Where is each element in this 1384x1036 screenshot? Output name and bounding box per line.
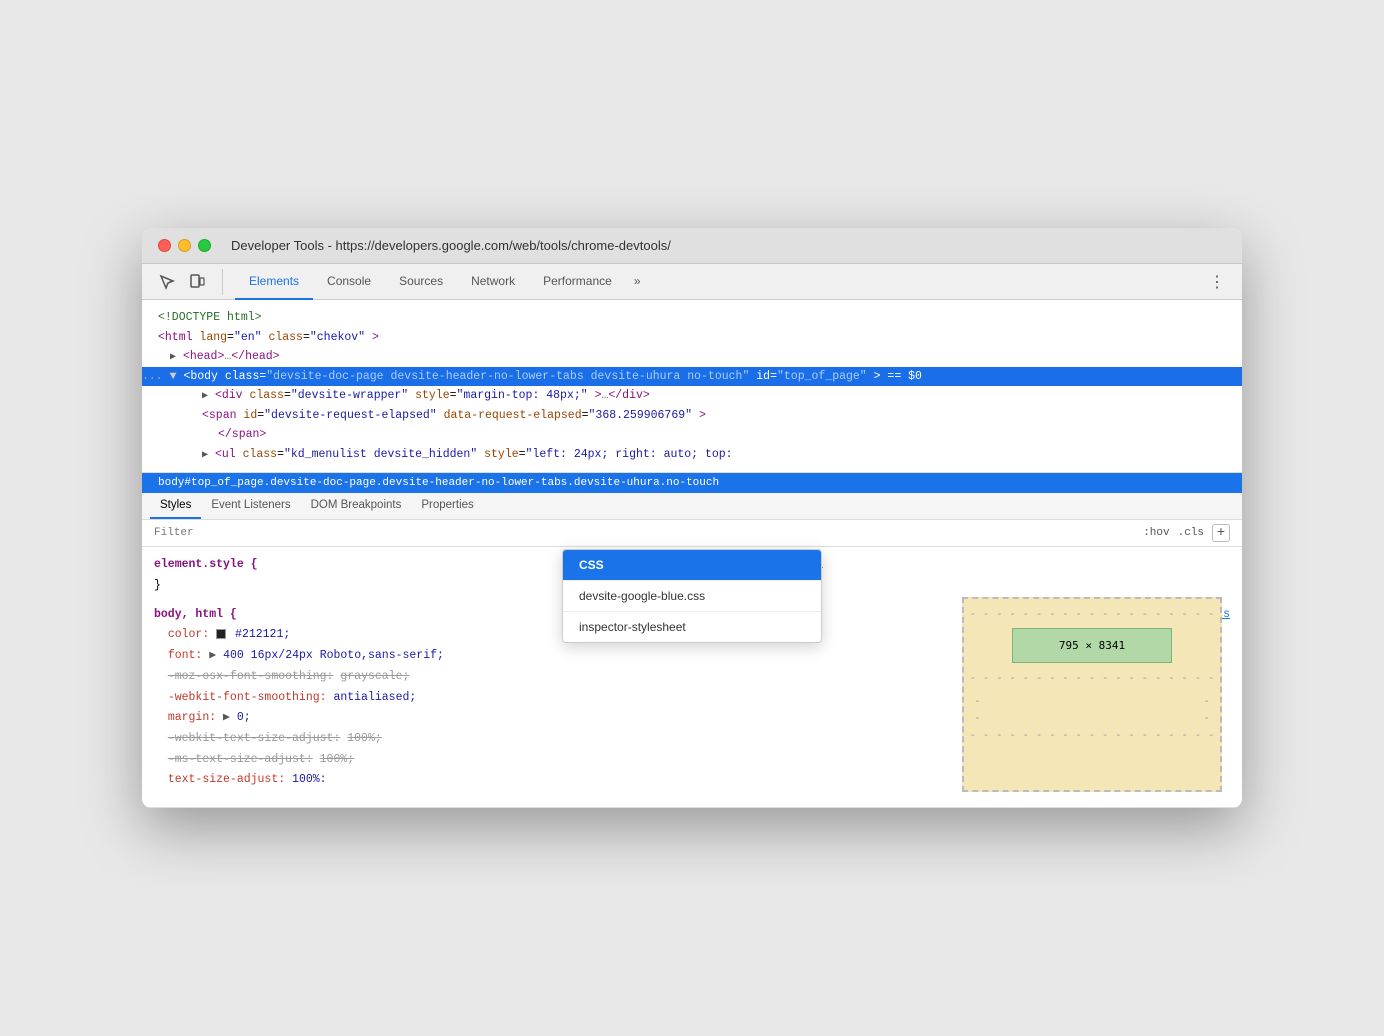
box-model-last-dash: - - xyxy=(964,707,1220,724)
filter-label: Filter xyxy=(154,527,194,539)
tab-sources[interactable]: Sources xyxy=(385,264,457,300)
maximize-button[interactable] xyxy=(198,239,211,252)
styles-tabs: Styles Event Listeners DOM Breakpoints P… xyxy=(142,493,1242,520)
tab-more[interactable]: » xyxy=(626,264,649,300)
dom-line-doctype: <!DOCTYPE html> xyxy=(142,308,1242,328)
styles-panel: Styles Event Listeners DOM Breakpoints P… xyxy=(142,493,1242,808)
styles-tab-styles[interactable]: Styles xyxy=(150,493,201,519)
box-model-bottom-dashes: - - xyxy=(964,684,1220,707)
styles-tab-dom-breakpoints[interactable]: DOM Breakpoints xyxy=(301,493,412,519)
css-source-dropdown: CSS devsite-google-blue.css inspector-st… xyxy=(562,549,822,643)
dropdown-item-devsite[interactable]: devsite-google-blue.css xyxy=(563,581,821,612)
dom-panel: <!DOCTYPE html> <html lang="en" class="c… xyxy=(142,300,1242,473)
title-bar: Developer Tools - https://developers.goo… xyxy=(142,228,1242,264)
dom-line-body[interactable]: ... ▼ <body class="devsite-doc-page devs… xyxy=(142,367,1242,387)
more-options-button[interactable]: ⋮ xyxy=(1204,269,1230,295)
device-icon[interactable] xyxy=(184,269,210,295)
dom-line-span-close: </span> xyxy=(142,425,1242,445)
tab-performance[interactable]: Performance xyxy=(529,264,626,300)
traffic-lights xyxy=(158,239,211,252)
devtools-body: <!DOCTYPE html> <html lang="en" class="c… xyxy=(142,300,1242,808)
box-model-foot-dash: - - - - - - - - - - - - - - - - - - - xyxy=(964,724,1220,741)
window-title: Developer Tools - https://developers.goo… xyxy=(231,238,671,253)
tab-elements[interactable]: Elements xyxy=(235,264,313,300)
breadcrumb[interactable]: body#top_of_page.devsite-doc-page.devsit… xyxy=(142,473,1242,493)
filter-add-button[interactable]: + xyxy=(1212,524,1230,542)
box-model-mid-dash: - - - - - - - - - - - - - - - - - - - xyxy=(964,671,1220,684)
filter-bar: Filter :hov .cls + xyxy=(142,520,1242,547)
filter-pseudo[interactable]: :hov xyxy=(1143,527,1169,539)
styles-tab-event-listeners[interactable]: Event Listeners xyxy=(201,493,300,519)
minimize-button[interactable] xyxy=(178,239,191,252)
styles-body: element.style { } body, html { devsite-g… xyxy=(142,547,1242,807)
close-button[interactable] xyxy=(158,239,171,252)
color-swatch[interactable] xyxy=(216,629,226,639)
dropdown-item-inspector[interactable]: inspector-stylesheet xyxy=(563,612,821,642)
dom-line-div-wrapper[interactable]: ▶ <div class="devsite-wrapper" style="ma… xyxy=(142,386,1242,406)
box-model-preview: - - - - - - - - - - - - - - - - - - - 79… xyxy=(962,597,1222,792)
box-model-top-dash: - - - - - - - - - - - - - - - - - - - xyxy=(964,599,1220,620)
tab-network[interactable]: Network xyxy=(457,264,529,300)
devtools-toolbar: Elements Console Sources Network Perform… xyxy=(142,264,1242,300)
toolbar-icons xyxy=(154,269,223,295)
box-model-size: 795 × 8341 xyxy=(1012,628,1172,663)
devtools-window: Developer Tools - https://developers.goo… xyxy=(142,228,1242,808)
dom-line-html[interactable]: <html lang="en" class="chekov" > xyxy=(142,328,1242,348)
dom-line-span[interactable]: <span id="devsite-request-elapsed" data-… xyxy=(142,406,1242,426)
dom-line-head[interactable]: ▶ <head>…</head> xyxy=(142,347,1242,367)
dropdown-item-css[interactable]: CSS xyxy=(563,550,821,581)
tab-console[interactable]: Console xyxy=(313,264,385,300)
inspect-icon[interactable] xyxy=(154,269,180,295)
dom-line-ul[interactable]: ▶ <ul class="kd_menulist devsite_hidden"… xyxy=(142,445,1242,465)
filter-cls[interactable]: .cls xyxy=(1178,527,1204,539)
styles-tab-properties[interactable]: Properties xyxy=(411,493,483,519)
